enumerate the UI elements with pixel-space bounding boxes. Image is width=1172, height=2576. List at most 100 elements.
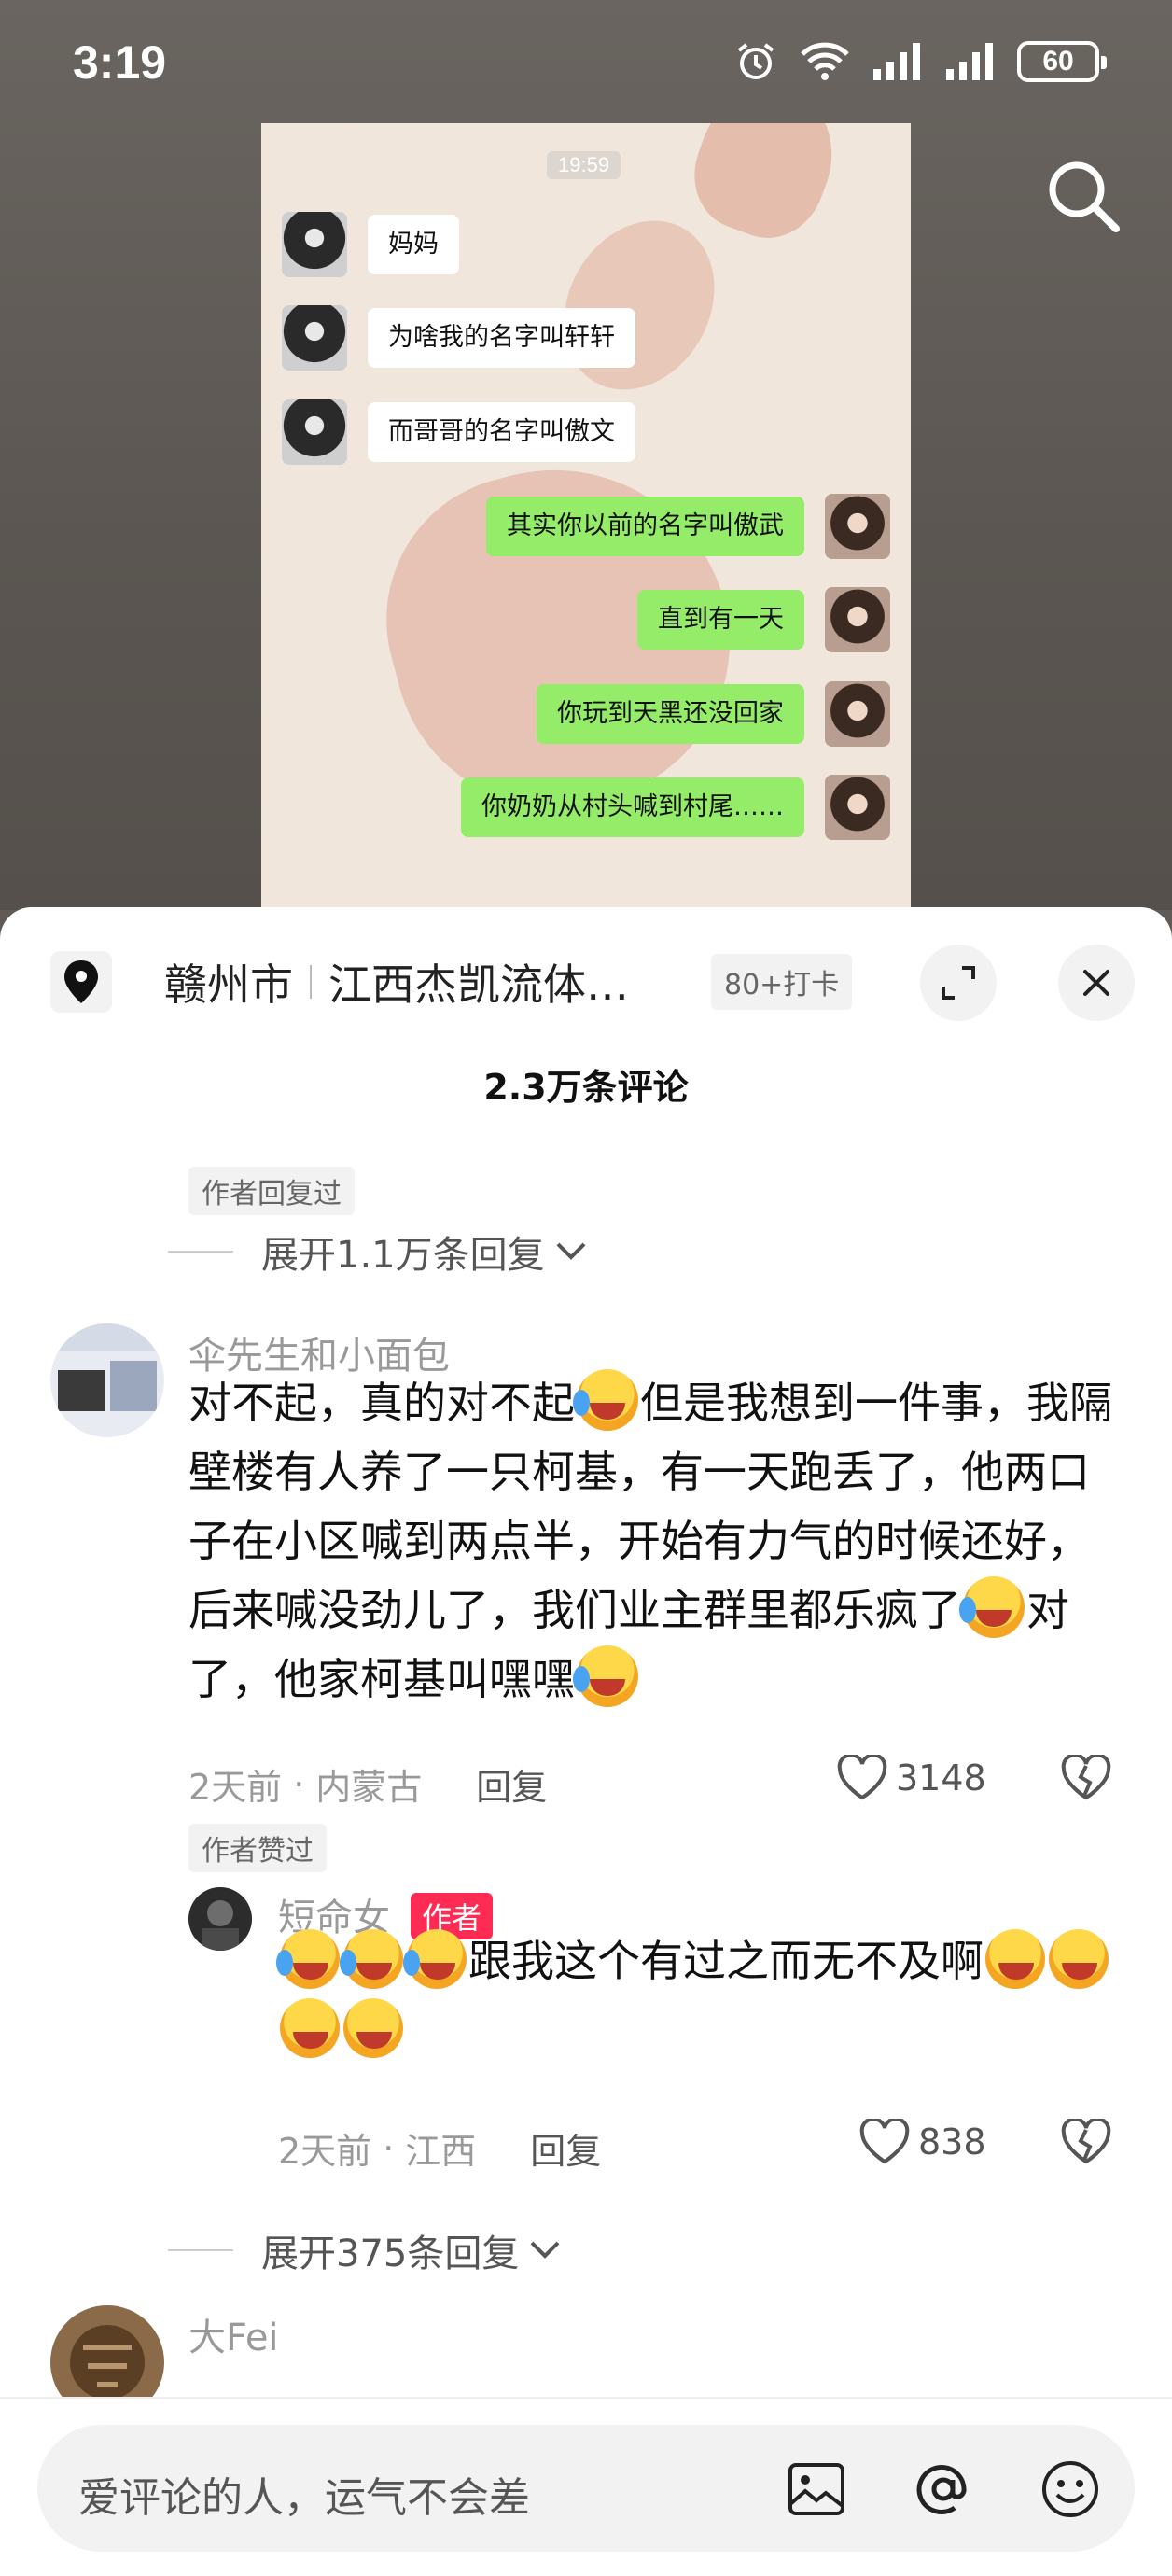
divider xyxy=(168,1251,233,1253)
battery-indicator: 60 xyxy=(1017,41,1107,82)
grin-emoji xyxy=(280,1998,340,2058)
comment-input-bar: 爱评论的人，运气不会差 xyxy=(0,2397,1172,2576)
signal-icon-2 xyxy=(946,43,993,80)
reply-meta: 2天前 · 江西 回复 xyxy=(278,2122,601,2174)
comment-location: 内蒙古 xyxy=(315,1767,423,1808)
close-button[interactable] xyxy=(1058,945,1135,1021)
like-button[interactable]: 3148 xyxy=(836,1755,986,1801)
grin-emoji xyxy=(1049,1929,1109,1989)
location-city[interactable]: 赣州市 xyxy=(164,951,293,1013)
chat-screenshot: 19:59 妈妈 为啥我的名字叫轩轩 而哥哥的名字叫傲文 其实你以前的名字叫傲武… xyxy=(261,123,911,907)
laugh-cry-emoji xyxy=(573,1369,638,1431)
dot-separator: · xyxy=(293,1763,305,1805)
broken-heart-icon xyxy=(1061,1753,1111,1800)
heart-icon xyxy=(837,1755,887,1800)
image-icon xyxy=(788,2463,844,2515)
video-area[interactable]: 3:19 60 19:59 妈妈 为啥我的名字叫轩轩 而哥哥的名字叫傲文 其实你… xyxy=(0,0,1172,910)
chat-bubble: 你奶奶从村头喊到村尾…… xyxy=(461,777,804,837)
avatar xyxy=(282,212,347,277)
chat-message: 你奶奶从村头喊到村尾…… xyxy=(461,775,890,840)
chat-bubble: 直到有一天 xyxy=(637,590,804,650)
comment-input-placeholder: 爱评论的人，运气不会差 xyxy=(78,2474,530,2522)
comment-text: 对不起，真的对不起 但是我想到一件事，我隔壁楼有人养了一只柯基，有一天跑丢了，他两… xyxy=(188,1368,1131,1714)
chat-message: 妈妈 xyxy=(282,212,459,277)
close-icon xyxy=(1083,970,1109,996)
avatar[interactable] xyxy=(50,1323,164,1437)
author-replied-tag: 作者回复过 xyxy=(188,1167,355,1215)
reply-location: 江西 xyxy=(405,2131,477,2172)
laugh-cry-emoji xyxy=(573,1645,638,1707)
laugh-cry-emoji xyxy=(959,1576,1025,1638)
avatar xyxy=(825,775,890,840)
status-icons: 60 xyxy=(733,39,1107,84)
expand-replies-label: 展开375条回复 xyxy=(261,2233,520,2275)
chat-message: 其实你以前的名字叫傲武 xyxy=(486,494,890,559)
chat-bubble: 而哥哥的名字叫傲文 xyxy=(368,402,635,462)
laugh-cry-emoji xyxy=(276,1929,340,1989)
expand-icon xyxy=(942,966,975,1000)
expand-replies-button[interactable]: 展开1.1万条回复 xyxy=(168,1225,588,1279)
alarm-icon xyxy=(737,43,774,79)
search-icon xyxy=(1049,161,1120,232)
reply-text-part: 跟我这个有过之而无不及啊 xyxy=(468,1936,984,1986)
checkin-tag[interactable]: 80+打卡 xyxy=(711,954,853,1010)
avatar[interactable] xyxy=(188,1887,252,1951)
location-pin-icon xyxy=(50,951,112,1013)
status-bar: 3:19 60 xyxy=(0,0,1172,131)
laugh-cry-emoji xyxy=(340,1929,403,1989)
chat-bubble: 为啥我的名字叫轩轩 xyxy=(368,308,635,368)
like-count: 838 xyxy=(918,2121,986,2163)
heart-decoration xyxy=(677,123,853,254)
reply-time: 2天前 xyxy=(278,2131,372,2172)
emoji-icon xyxy=(1042,2461,1098,2517)
chat-bubble: 妈妈 xyxy=(368,215,459,274)
chat-message: 为啥我的名字叫轩轩 xyxy=(282,305,635,371)
chat-timestamp: 19:59 xyxy=(547,151,621,179)
chevron-down-icon xyxy=(556,1242,586,1260)
avatar xyxy=(825,681,890,747)
reply-button[interactable]: 回复 xyxy=(530,2122,601,2174)
commenter-name[interactable]: 大Fei xyxy=(188,2307,279,2361)
expand-replies-button[interactable]: 展开375条回复 xyxy=(168,2223,562,2277)
avatar xyxy=(282,305,347,371)
dislike-button[interactable] xyxy=(1060,1753,1112,1805)
signal-icon xyxy=(873,43,920,80)
image-button[interactable] xyxy=(784,2457,849,2522)
expand-button[interactable] xyxy=(920,945,997,1021)
status-time: 3:19 xyxy=(73,36,167,89)
chat-bubble: 其实你以前的名字叫傲武 xyxy=(486,497,804,556)
mention-button[interactable] xyxy=(911,2457,976,2522)
expand-replies-label: 展开1.1万条回复 xyxy=(261,1234,545,1277)
avatar xyxy=(825,494,890,559)
at-icon xyxy=(916,2465,967,2514)
avatar xyxy=(825,587,890,652)
location-name[interactable]: 江西杰凯流体… xyxy=(328,951,683,1013)
emoji-button[interactable] xyxy=(1038,2457,1103,2522)
dislike-button[interactable] xyxy=(1060,2117,1112,2169)
chat-message: 你玩到天黑还没回家 xyxy=(537,681,890,747)
comment-input[interactable]: 爱评论的人，运气不会差 xyxy=(37,2425,1135,2552)
comment-count: 2.3万条评论 xyxy=(483,1067,689,1108)
laugh-cry-emoji xyxy=(403,1929,467,1989)
chat-message: 直到有一天 xyxy=(637,587,890,652)
like-button[interactable]: 838 xyxy=(858,2119,986,2165)
avatar xyxy=(282,399,347,465)
divider xyxy=(310,965,312,999)
chat-bubble: 你玩到天黑还没回家 xyxy=(537,684,804,744)
wifi-icon xyxy=(801,42,849,80)
dot-separator: · xyxy=(383,2127,395,2169)
comment-meta: 2天前 · 内蒙古 回复 xyxy=(188,1758,547,1810)
chevron-down-icon xyxy=(530,2241,560,2259)
comment-sheet: 赣州市 江西杰凯流体… 80+打卡 2.3万条评论 作者回复过 展开1.1万条回… xyxy=(0,907,1172,2576)
heart-icon xyxy=(859,2119,910,2164)
broken-heart-icon xyxy=(1061,2117,1111,2164)
chat-message: 而哥哥的名字叫傲文 xyxy=(282,399,635,465)
reply-text: 跟我这个有过之而无不及啊 xyxy=(276,1926,1118,2065)
grin-emoji xyxy=(343,1998,403,2058)
search-button[interactable] xyxy=(1041,154,1125,238)
grin-emoji xyxy=(985,1929,1045,1989)
like-count: 3148 xyxy=(896,1757,986,1799)
reply-button[interactable]: 回复 xyxy=(476,1758,547,1810)
author-liked-tag: 作者赞过 xyxy=(188,1824,327,1872)
comment-time: 2天前 xyxy=(188,1767,283,1808)
